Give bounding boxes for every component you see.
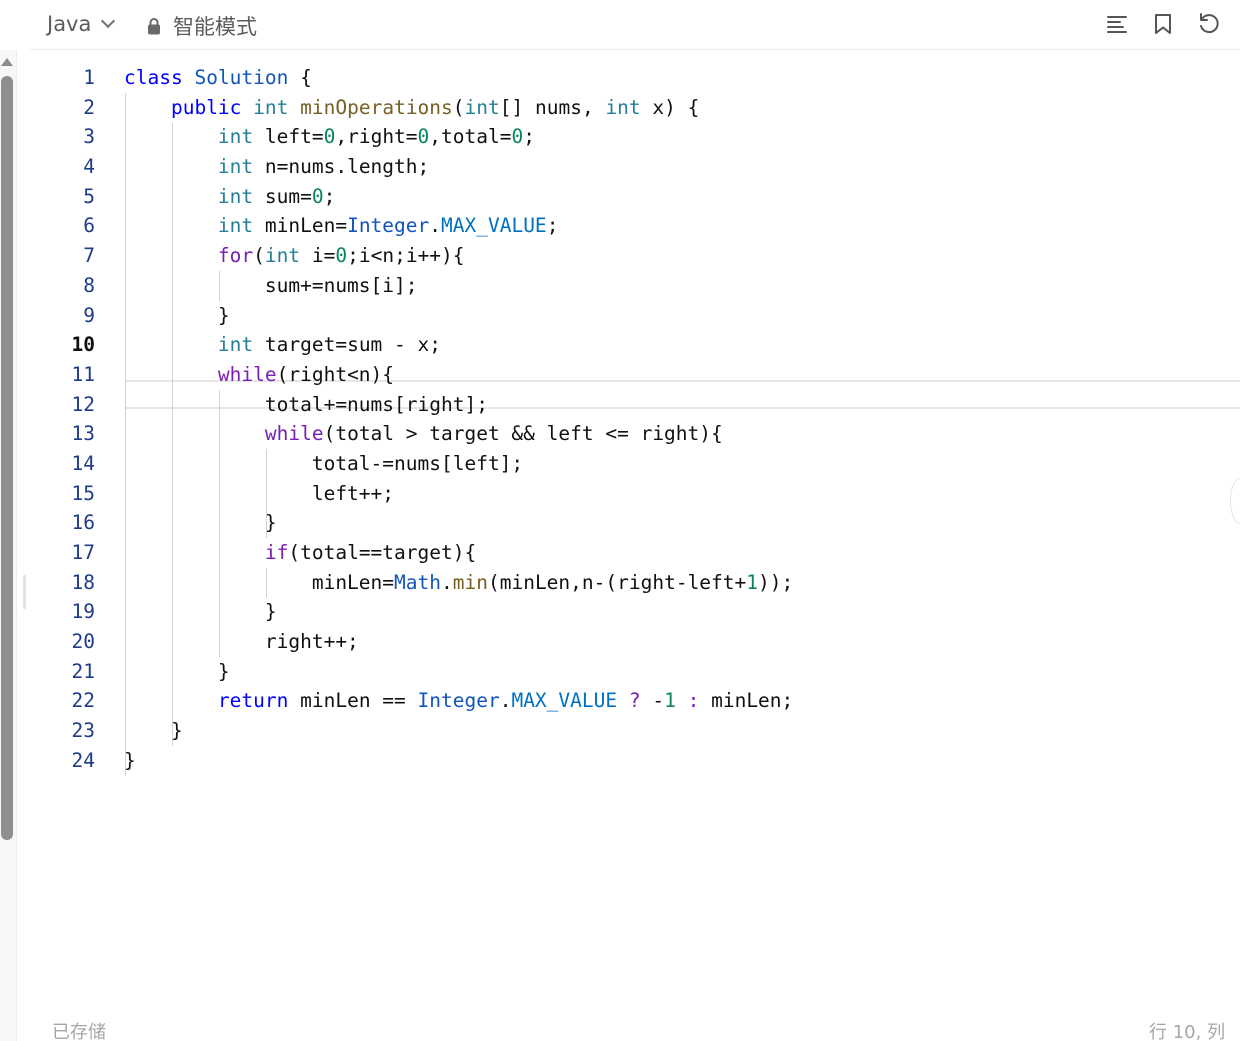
- line-number: 8: [83, 273, 95, 297]
- line-number: 17: [71, 541, 95, 564]
- code-line[interactable]: 22 return minLen == Integer.MAX_VALUE ? …: [30, 686, 1240, 716]
- reset-icon: [1200, 13, 1219, 34]
- line-number: 18: [71, 570, 95, 594]
- code-text: int target=sum - x;: [217, 333, 441, 357]
- line-number: 13: [71, 422, 95, 446]
- code-editor[interactable]: 1 class Solution { 2 public int minOperati…: [30, 50, 1240, 1005]
- scroll-up-arrow-icon[interactable]: [1, 58, 13, 66]
- line-number: 4: [83, 155, 95, 179]
- code-text: total+=nums[right];: [124, 392, 488, 416]
- code-line[interactable]: 14 total-=nums[left];: [30, 449, 1240, 479]
- line-number: 7: [83, 244, 95, 268]
- line-number: 15: [71, 481, 95, 505]
- line-number: 10: [71, 333, 95, 357]
- code-lines: 1 class Solution { 2 public int minOperati…: [30, 63, 1240, 776]
- panel-resize-handle[interactable]: [23, 575, 26, 609]
- code-line[interactable]: 23 }: [30, 716, 1240, 746]
- code-text: return minLen == Integer.MAX_VALUE ? -1 …: [217, 689, 794, 713]
- code-line[interactable]: 12 total+=nums[right];: [30, 390, 1240, 420]
- code-text: int sum=0;: [217, 184, 336, 208]
- outline-icon: [1107, 16, 1127, 33]
- code-text: class Solution {: [124, 66, 312, 89]
- language-selector[interactable]: Java: [47, 12, 116, 36]
- code-line[interactable]: 1 class Solution {: [30, 63, 1240, 93]
- code-line[interactable]: 24}: [30, 746, 1240, 776]
- outline-button[interactable]: [1104, 11, 1130, 37]
- line-number: 16: [71, 511, 95, 535]
- code-text: }: [124, 303, 230, 327]
- mode-label: 智能模式: [173, 15, 257, 39]
- code-text: int n=nums.length;: [217, 155, 430, 179]
- lock-icon: [148, 18, 160, 35]
- save-status: 已存储: [52, 1022, 106, 1041]
- line-number: 20: [71, 630, 95, 654]
- line-number: 14: [71, 451, 95, 475]
- code-text: minLen=Math.min(minLen,n-(right-left+1))…: [124, 570, 794, 594]
- editor-toolbar: Java 智能模式: [30, 0, 1240, 50]
- code-line[interactable]: 16 }: [30, 508, 1240, 538]
- code-line[interactable]: 13 while(total > target && left <= right…: [30, 419, 1240, 449]
- code-text: total-=nums[left];: [124, 451, 524, 475]
- code-line[interactable]: 19 }: [30, 597, 1240, 627]
- line-number: 11: [71, 362, 95, 386]
- line-number: 12: [71, 392, 95, 416]
- cursor-position: 行 10, 列: [1149, 1022, 1226, 1041]
- line-number: 1: [83, 66, 95, 89]
- code-text: for(int i=0;i<n;i++){: [217, 244, 465, 268]
- line-number: 22: [71, 689, 95, 713]
- code-line[interactable]: 2 public int minOperations(int[] nums, i…: [30, 93, 1240, 123]
- line-number: 21: [71, 659, 95, 683]
- bookmark-button[interactable]: [1150, 11, 1176, 37]
- code-text: left++;: [124, 481, 395, 505]
- chevron-down-icon: [101, 13, 116, 29]
- code-line[interactable]: 8 sum+=nums[i];: [30, 271, 1240, 301]
- vertical-scrollbar-thumb[interactable]: [1, 76, 13, 840]
- code-line[interactable]: 3 int left=0,right=0,total=0;: [30, 122, 1240, 152]
- line-number: 6: [83, 214, 95, 238]
- line-number: 23: [71, 719, 95, 743]
- line-number: 19: [71, 600, 95, 624]
- line-number: 24: [71, 748, 95, 772]
- line-number: 3: [83, 125, 95, 149]
- code-line[interactable]: 11 while(right<n){: [30, 360, 1240, 390]
- line-number: 2: [83, 95, 95, 119]
- code-text: while(right<n){: [217, 362, 395, 386]
- code-text: while(total > target && left <= right){: [264, 422, 723, 446]
- code-text: sum+=nums[i];: [124, 273, 418, 297]
- code-text: }: [124, 748, 136, 772]
- code-line[interactable]: 9 }: [30, 301, 1240, 331]
- code-text: int left=0,right=0,total=0;: [217, 125, 535, 149]
- code-text: }: [124, 600, 277, 624]
- code-text: if(total==target){: [264, 541, 477, 564]
- code-text: }: [124, 719, 183, 743]
- bookmark-icon: [1155, 14, 1171, 34]
- language-label: Java: [47, 12, 92, 36]
- code-text: int minLen=Integer.MAX_VALUE;: [217, 214, 559, 238]
- code-text: }: [124, 659, 230, 683]
- code-line[interactable]: 10 int target=sum - x;: [30, 330, 1240, 360]
- code-line[interactable]: 20 right++;: [30, 627, 1240, 657]
- code-line[interactable]: 21 }: [30, 657, 1240, 687]
- code-line[interactable]: 7 for(int i=0;i<n;i++){: [30, 241, 1240, 271]
- code-line[interactable]: 17 if(total==target){: [30, 538, 1240, 568]
- line-number: 9: [83, 303, 95, 327]
- code-line[interactable]: 4 int n=nums.length;: [30, 152, 1240, 182]
- code-line[interactable]: 15 left++;: [30, 479, 1240, 509]
- code-text: }: [124, 511, 277, 535]
- mode-indicator[interactable]: 智能模式: [147, 11, 257, 41]
- line-number: 5: [83, 184, 95, 208]
- reset-button[interactable]: [1196, 11, 1222, 37]
- code-text: right++;: [124, 630, 359, 654]
- code-line[interactable]: 6 int minLen=Integer.MAX_VALUE;: [30, 211, 1240, 241]
- code-line[interactable]: 18 minLen=Math.min(minLen,n-(right-left+…: [30, 568, 1240, 598]
- code-line[interactable]: 5 int sum=0;: [30, 182, 1240, 212]
- code-text: public int minOperations(int[] nums, int…: [170, 95, 700, 119]
